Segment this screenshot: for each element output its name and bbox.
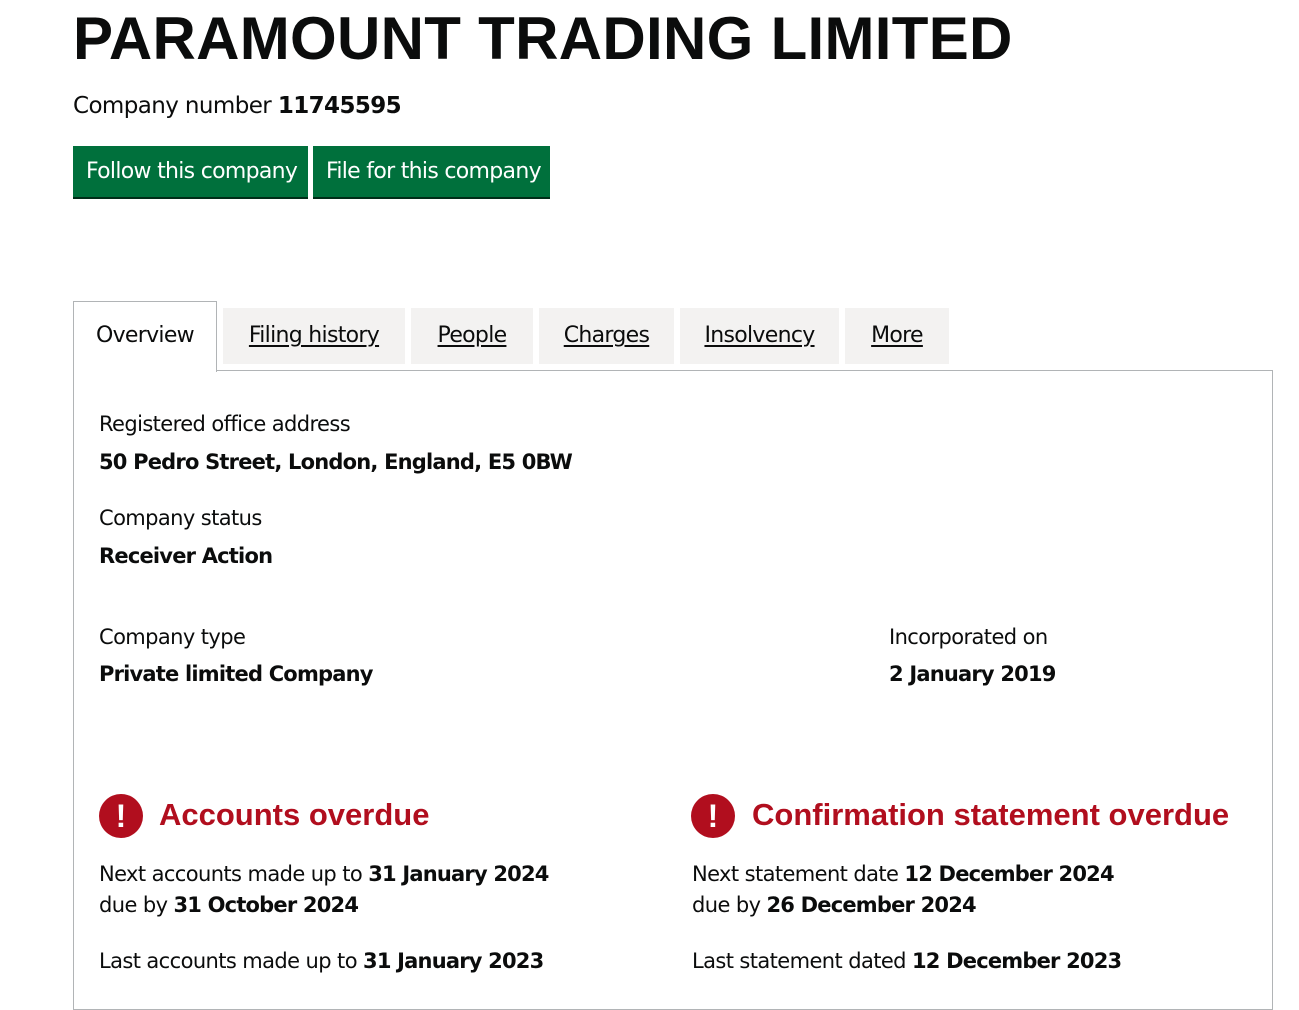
accounts-due-line: due by 31 October 2024 <box>99 892 359 918</box>
next-statement-line: Next statement date 12 December 2024 <box>692 861 1115 887</box>
statement-due-label: due by <box>692 893 761 917</box>
tab-overview[interactable]: Overview <box>73 301 217 372</box>
statement-due-date: 26 December 2024 <box>766 893 976 917</box>
file-for-company-button[interactable]: File for this company <box>313 146 550 197</box>
company-status-value: Receiver Action <box>99 544 273 568</box>
registered-office-address: 50 Pedro Street, London, England, E5 0BW <box>99 450 573 474</box>
company-status-label: Company status <box>99 506 262 530</box>
warning-icon: ! <box>691 794 735 838</box>
tab-more-link[interactable]: More <box>871 323 923 348</box>
accounts-overdue-title: Accounts overdue <box>159 797 430 832</box>
next-accounts-label: Next accounts made up to <box>99 862 363 886</box>
tab-filing-history[interactable]: Filing history <box>223 308 405 364</box>
company-type-value: Private limited Company <box>99 662 373 686</box>
statement-due-line: due by 26 December 2024 <box>692 892 977 918</box>
registered-office-label: Registered office address <box>99 412 351 436</box>
next-statement-label: Next statement date <box>692 862 899 886</box>
tab-more[interactable]: More <box>845 308 949 364</box>
tab-people-link[interactable]: People <box>438 323 508 348</box>
last-accounts-label: Last accounts made up to <box>99 949 358 973</box>
next-accounts-date: 31 January 2024 <box>368 862 549 886</box>
tab-people[interactable]: People <box>411 308 533 364</box>
confirmation-overdue-title: Confirmation statement overdue <box>752 797 1230 832</box>
last-accounts-date: 31 January 2023 <box>363 949 544 973</box>
accounts-due-label: due by <box>99 893 168 917</box>
follow-company-button[interactable]: Follow this company <box>73 146 308 197</box>
company-number-value: 11745595 <box>277 93 402 119</box>
company-name: PARAMOUNT TRADING LIMITED <box>73 5 1013 72</box>
warning-icon: ! <box>99 794 143 838</box>
next-accounts-line: Next accounts made up to 31 January 2024 <box>99 861 549 887</box>
incorporated-label: Incorporated on <box>889 625 1048 649</box>
incorporated-value: 2 January 2019 <box>889 662 1056 686</box>
accounts-due-date: 31 October 2024 <box>173 893 359 917</box>
company-number-label: Company number <box>73 93 272 119</box>
tab-insolvency-link[interactable]: Insolvency <box>704 323 815 348</box>
tab-charges-link[interactable]: Charges <box>564 323 650 348</box>
last-statement-label: Last statement dated <box>692 949 907 973</box>
last-statement-line: Last statement dated 12 December 2023 <box>692 948 1122 974</box>
tab-insolvency[interactable]: Insolvency <box>680 308 839 364</box>
overview-panel: Registered office address 50 Pedro Stree… <box>73 370 1273 1010</box>
tab-charges[interactable]: Charges <box>539 308 674 364</box>
last-statement-date: 12 December 2023 <box>911 949 1122 973</box>
last-accounts-line: Last accounts made up to 31 January 2023 <box>99 948 544 974</box>
next-statement-date: 12 December 2024 <box>904 862 1114 886</box>
tab-filing-history-link[interactable]: Filing history <box>249 323 380 348</box>
company-type-label: Company type <box>99 625 246 649</box>
company-number: Company number 11745595 <box>73 92 402 120</box>
